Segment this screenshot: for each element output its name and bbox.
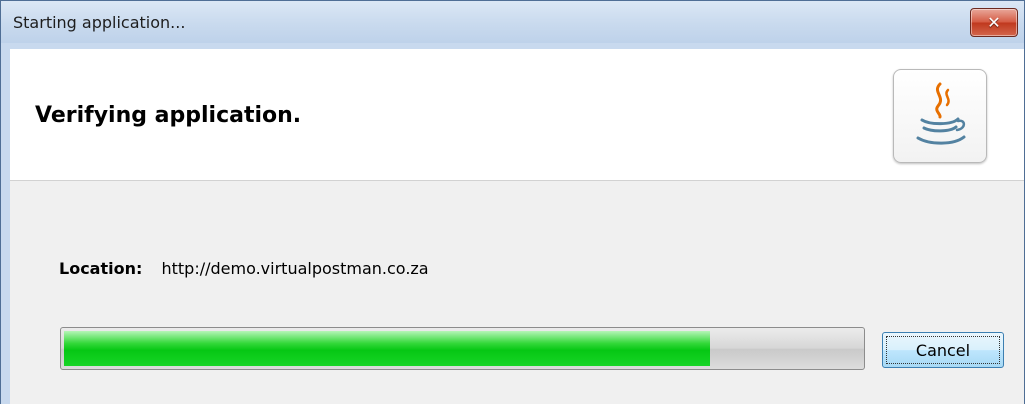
window-title: Starting application... <box>13 13 186 32</box>
cancel-label: Cancel <box>915 340 971 360</box>
java-coffee-cup-icon <box>893 69 987 163</box>
header-title: Verifying application. <box>35 103 302 128</box>
title-bar[interactable]: Starting application... ✕ <box>1 1 1024 43</box>
progress-bar <box>60 327 865 370</box>
close-icon: ✕ <box>987 12 1001 32</box>
cancel-button[interactable]: Cancel <box>882 332 1004 368</box>
header-panel: Verifying application. <box>10 49 1024 181</box>
progress-fill <box>64 331 710 366</box>
location-label: Location: <box>59 259 143 278</box>
close-button[interactable]: ✕ <box>970 8 1018 37</box>
location-url: http://demo.virtualpostman.co.za <box>161 259 429 278</box>
location-row: Location: http://demo.virtualpostman.co.… <box>59 259 429 278</box>
content-panel: Location: http://demo.virtualpostman.co.… <box>10 181 1024 404</box>
dialog-window: Starting application... ✕ Verifying appl… <box>0 0 1025 404</box>
